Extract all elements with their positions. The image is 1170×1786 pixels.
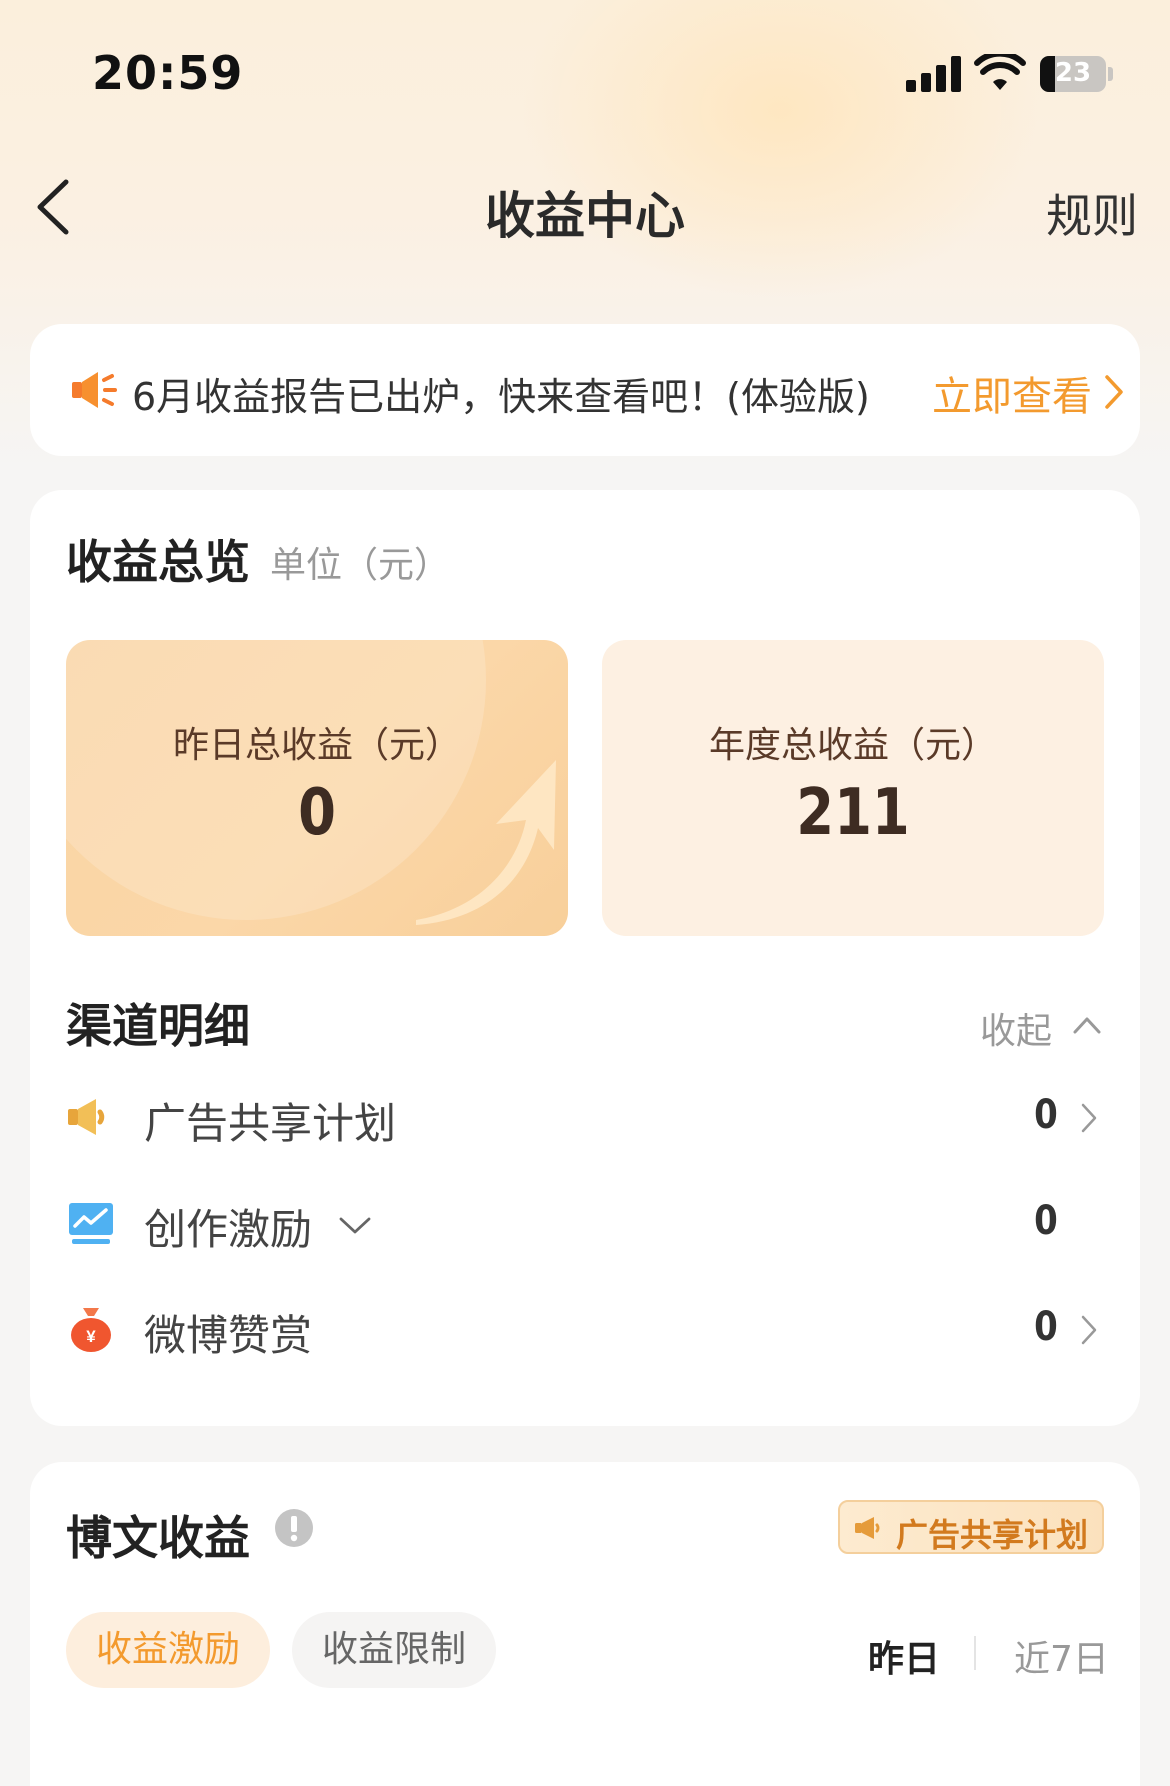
notice-text: 6月收益报告已出炉，快来查看吧！(体验版) xyxy=(132,375,870,419)
ad-badge-label: 广告共享计划 xyxy=(896,1516,1089,1554)
chevron-right-icon xyxy=(1081,1103,1097,1133)
range-last-7-days[interactable]: 近7日 xyxy=(1014,1630,1109,1682)
yesterday-earnings-tile[interactable]: 昨日总收益（元） 0 xyxy=(66,640,568,936)
annual-earnings-tile[interactable]: 年度总收益（元） 211 xyxy=(602,640,1104,936)
status-time: 20:59 xyxy=(92,46,244,100)
chevron-up-icon[interactable] xyxy=(1072,1010,1102,1040)
channel-value: 0 xyxy=(1034,1198,1058,1244)
collapse-button[interactable]: 收起 xyxy=(980,1002,1052,1054)
cellular-signal-icon xyxy=(906,56,962,92)
yesterday-earnings-value: 0 xyxy=(298,776,336,850)
channel-label: 创作激励 xyxy=(144,1205,313,1254)
blog-earnings-title: 博文收益 xyxy=(66,1511,250,1565)
megaphone-icon xyxy=(72,372,117,408)
earnings-overview-card: 收益总览 单位（元） 昨日总收益（元） 0 年度总收益（元） 211 渠道明细 … xyxy=(30,490,1140,1426)
svg-text:¥: ¥ xyxy=(86,1327,96,1346)
megaphone-icon xyxy=(68,1099,105,1135)
page-title: 收益中心 xyxy=(485,187,685,245)
channel-row-weibo-tips[interactable]: ¥ 微博赞赏 0 xyxy=(30,1284,1140,1374)
yesterday-earnings-label: 昨日总收益（元） xyxy=(172,725,461,766)
ad-sharing-badge[interactable]: 广告共享计划 xyxy=(838,1500,1104,1554)
battery-nub xyxy=(1108,67,1113,81)
channel-row-creation-incentive[interactable]: 创作激励 0 xyxy=(30,1178,1140,1268)
overview-title: 收益总览 xyxy=(66,535,250,589)
wifi-icon xyxy=(974,54,1026,90)
channel-row-ad-sharing[interactable]: 广告共享计划 0 xyxy=(30,1072,1140,1162)
battery-icon: 23 xyxy=(1040,56,1106,92)
view-now-link[interactable]: 立即查看 xyxy=(932,364,1092,422)
channel-label: 微博赞赏 xyxy=(144,1311,313,1360)
chevron-right-icon xyxy=(1081,1315,1097,1345)
blog-earnings-card: 博文收益 广告共享计划 收益激励 收益限制 昨日 近7日 xyxy=(30,1462,1140,1786)
channel-label: 广告共享计划 xyxy=(144,1099,397,1148)
rules-button[interactable]: 规则 xyxy=(1046,180,1138,246)
chevron-right-icon xyxy=(1105,375,1123,409)
chart-monitor-icon xyxy=(69,1203,113,1244)
annual-earnings-label: 年度总收益（元） xyxy=(708,725,997,766)
money-bag-icon: ¥ xyxy=(71,1308,111,1352)
annual-earnings-value: 211 xyxy=(796,776,910,850)
battery-percent: 23 xyxy=(1054,58,1092,88)
chevron-down-icon[interactable] xyxy=(338,1214,372,1236)
megaphone-icon xyxy=(855,1517,880,1539)
tab-earnings-incentive[interactable]: 收益激励 xyxy=(66,1612,270,1688)
status-bar: 20:59 23 xyxy=(0,0,1170,140)
channel-value: 0 xyxy=(1034,1304,1058,1350)
chart-placeholder-icon xyxy=(530,1774,690,1786)
info-icon[interactable] xyxy=(274,1508,314,1548)
tab-earnings-limit[interactable]: 收益限制 xyxy=(292,1612,496,1688)
channel-value: 0 xyxy=(1034,1092,1058,1138)
channels-title: 渠道明细 xyxy=(66,999,250,1053)
range-divider xyxy=(974,1636,976,1670)
overview-unit: 单位（元） xyxy=(270,545,451,586)
report-notice-banner[interactable]: 6月收益报告已出炉，快来查看吧！(体验版) 立即查看 xyxy=(30,324,1140,456)
range-yesterday[interactable]: 昨日 xyxy=(868,1630,940,1682)
